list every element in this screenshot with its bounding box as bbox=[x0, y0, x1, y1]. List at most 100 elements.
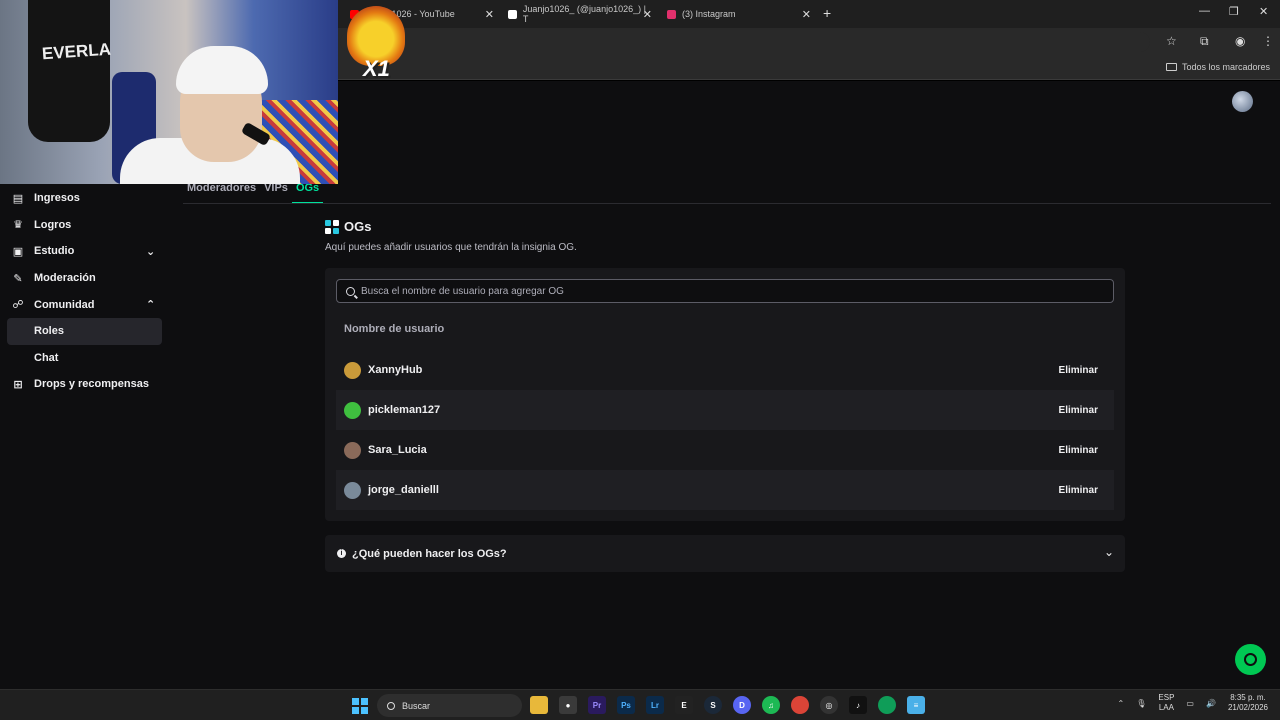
omnibox[interactable] bbox=[340, 32, 1150, 52]
punching-bag: EVERLA bbox=[28, 0, 112, 142]
sidebar-item-label: Ingresos bbox=[34, 192, 80, 205]
avatar bbox=[344, 361, 361, 379]
restore-icon[interactable]: ❐ bbox=[1229, 5, 1239, 18]
tiktok-icon bbox=[508, 9, 517, 19]
sidebar-item-roles[interactable]: Roles bbox=[7, 317, 162, 345]
premiere-icon[interactable]: Pr bbox=[588, 696, 606, 714]
og-header: OGs bbox=[325, 219, 371, 234]
tab-title: Juanjo1026_ (@juanjo1026_) | T bbox=[522, 4, 646, 24]
menu-icon[interactable]: ⋮ bbox=[1262, 34, 1274, 48]
all-bookmarks[interactable]: Todos los marcadores bbox=[1165, 62, 1270, 72]
epic-games-icon[interactable]: E bbox=[675, 696, 693, 714]
sidebar-item-comunidad[interactable]: ☍ Comunidad ⌃ bbox=[0, 291, 170, 318]
close-icon[interactable]: ✕ bbox=[802, 8, 811, 21]
gift-icon: ⊞ bbox=[13, 378, 23, 391]
photoshop-icon[interactable]: Ps bbox=[617, 696, 635, 714]
tab-title: (3) Instagram bbox=[682, 9, 736, 19]
user-avatar[interactable] bbox=[1232, 91, 1253, 112]
search-icon bbox=[346, 286, 355, 296]
notepad-icon[interactable]: ≡ bbox=[907, 696, 925, 714]
webcam-overlay: EVERLA bbox=[0, 0, 338, 184]
og-user-list: XannyHub Eliminar pickleman127 Eliminar … bbox=[336, 350, 1114, 510]
chrome-icon[interactable] bbox=[878, 696, 896, 714]
trophy-icon: ♛ bbox=[13, 219, 23, 232]
sidebar-item-chat[interactable]: Chat bbox=[0, 345, 170, 372]
spotify-icon[interactable]: ♫ bbox=[762, 696, 780, 714]
lang-code: ESP bbox=[1158, 693, 1175, 702]
streamer-cap bbox=[176, 46, 268, 94]
all-bookmarks-label: Todos los marcadores bbox=[1181, 62, 1270, 72]
windows-start-icon[interactable] bbox=[352, 698, 368, 714]
og-panel: Nombre de usuario XannyHub Eliminar pick… bbox=[325, 268, 1125, 521]
sidebar-item-logros[interactable]: ♛ Logros bbox=[0, 212, 170, 239]
app-icon[interactable]: ● bbox=[559, 696, 577, 714]
sidebar-item-label: Chat bbox=[34, 351, 59, 364]
sidebar-item-label: Roles bbox=[34, 325, 64, 338]
tabs-divider bbox=[183, 203, 1271, 204]
delete-button[interactable]: Eliminar bbox=[1051, 479, 1106, 501]
sidebar-item-label: Moderación bbox=[34, 272, 96, 285]
close-window-icon[interactable]: ✕ bbox=[1259, 5, 1268, 18]
star-icon[interactable]: ☆ bbox=[1166, 34, 1177, 48]
new-tab-button[interactable]: + bbox=[823, 5, 831, 21]
sidebar-item-label: Drops y recompensas bbox=[34, 378, 149, 391]
taskbar-search-label: Buscar bbox=[402, 700, 431, 711]
avatar bbox=[344, 481, 361, 499]
delete-button[interactable]: Eliminar bbox=[1051, 359, 1106, 381]
profile-icon[interactable]: ◉ bbox=[1235, 34, 1245, 48]
chevron-down-icon[interactable]: ⌄ bbox=[1104, 545, 1114, 559]
og-description: Aquí puedes añadir usuarios que tendrán … bbox=[325, 242, 577, 253]
faq-question: ¿Qué pueden hacer los OGs? bbox=[352, 547, 507, 560]
sidebar-item-estudio[interactable]: ▣ Estudio ⌄ bbox=[0, 238, 170, 265]
headset-icon bbox=[1244, 653, 1257, 666]
sidebar-item-label: Logros bbox=[34, 218, 72, 231]
tab-instagram[interactable]: (3) Instagram ✕ bbox=[667, 4, 811, 24]
page-title: OGs bbox=[344, 219, 372, 234]
sidebar-item-drops[interactable]: ⊞ Drops y recompensas bbox=[0, 371, 170, 398]
table-row: Sara_Lucia Eliminar bbox=[336, 430, 1114, 470]
obs-icon[interactable]: ◎ bbox=[820, 696, 838, 714]
tab-tiktok[interactable]: Juanjo1026_ (@juanjo1026_) | T ✕ bbox=[508, 4, 652, 24]
help-button[interactable] bbox=[1235, 644, 1266, 675]
language-indicator[interactable]: ESP LAA bbox=[1158, 693, 1174, 713]
tiktok-icon[interactable]: ♪ bbox=[849, 696, 867, 714]
info-icon: i bbox=[337, 549, 346, 558]
sidebar: ▤ Ingresos ♛ Logros ▣ Estudio ⌄ ✎ Modera… bbox=[0, 185, 170, 398]
multiplier-badge: X1 bbox=[345, 6, 409, 82]
steam-icon[interactable]: S bbox=[704, 696, 722, 714]
microphone-icon[interactable]: 🎙 bbox=[1136, 699, 1146, 708]
lightroom-icon[interactable]: Lr bbox=[646, 696, 664, 714]
table-row: pickleman127 Eliminar bbox=[336, 390, 1114, 430]
extensions-icon[interactable]: ⧉ bbox=[1200, 34, 1209, 49]
delete-button[interactable]: Eliminar bbox=[1051, 439, 1106, 461]
close-icon[interactable]: ✕ bbox=[485, 8, 494, 21]
community-icon: ☍ bbox=[12, 299, 24, 312]
username: pickleman127 bbox=[368, 404, 441, 416]
instagram-icon bbox=[667, 9, 676, 19]
faq-accordion[interactable]: i ¿Qué pueden hacer los OGs? ⌄ bbox=[325, 535, 1125, 572]
sidebar-item-ingresos[interactable]: ▤ Ingresos bbox=[0, 185, 170, 212]
close-icon[interactable]: ✕ bbox=[643, 8, 652, 21]
chevron-down-icon[interactable]: ⌄ bbox=[146, 245, 155, 258]
sidebar-item-moderacion[interactable]: ✎ Moderación bbox=[0, 265, 170, 292]
sidebar-item-label: Estudio bbox=[34, 245, 75, 258]
chevron-up-icon[interactable]: ⌃ bbox=[1118, 699, 1125, 708]
chrome-icon[interactable] bbox=[791, 696, 809, 714]
chevron-up-icon[interactable]: ⌃ bbox=[146, 298, 155, 311]
volume-icon[interactable]: 🔊 bbox=[1206, 699, 1216, 708]
search-input[interactable] bbox=[361, 285, 1081, 297]
network-icon[interactable]: ▭ bbox=[1186, 699, 1194, 708]
discord-icon[interactable]: D bbox=[733, 696, 751, 714]
delete-button[interactable]: Eliminar bbox=[1051, 399, 1106, 421]
og-badge-icon bbox=[325, 219, 339, 234]
search-box bbox=[336, 279, 1114, 303]
folder-icon bbox=[1165, 63, 1177, 71]
taskbar-search[interactable]: Buscar bbox=[377, 694, 522, 717]
time: 8:35 p. m. bbox=[1230, 693, 1266, 702]
column-header: Nombre de usuario bbox=[344, 323, 445, 335]
studio-icon: ▣ bbox=[12, 245, 24, 258]
file-explorer-icon[interactable] bbox=[530, 696, 548, 714]
minimize-icon[interactable]: — bbox=[1199, 5, 1210, 17]
bag-brand: EVERLA bbox=[41, 39, 112, 64]
clock[interactable]: 8:35 p. m. 21/02/2026 bbox=[1228, 693, 1268, 713]
